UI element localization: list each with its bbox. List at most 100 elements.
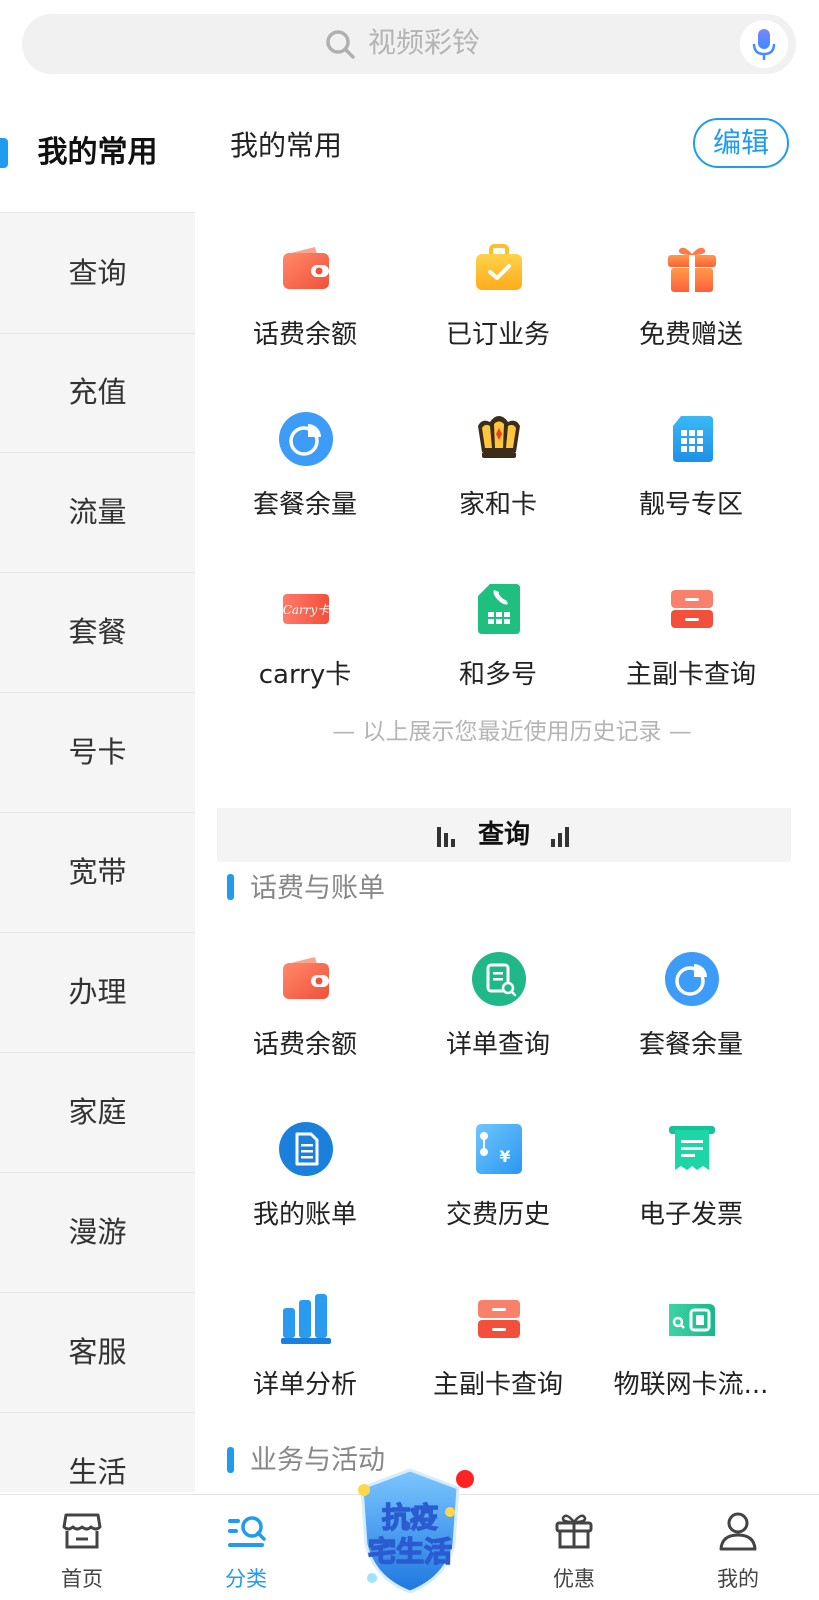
- sidebar-item-label: 查询: [68, 256, 127, 290]
- nav-label: 首页: [61, 1567, 103, 1591]
- voice-search-button[interactable]: [740, 20, 788, 68]
- sidebar-item-data[interactable]: 流量: [0, 452, 195, 573]
- favorite-item-heduohao[interactable]: 和多号: [400, 582, 596, 732]
- favorite-item-balance[interactable]: 话费余额: [207, 242, 403, 392]
- sidebar-item-broadband[interactable]: 宽带: [0, 812, 195, 933]
- sidebar-item-label: 充值: [68, 375, 127, 409]
- sidebar-item-label: 家庭: [68, 1095, 127, 1129]
- bars-right-icon: [549, 825, 571, 847]
- nav-label: 分类: [225, 1567, 267, 1591]
- item-label: 和多号: [458, 660, 537, 690]
- sidebar-item-plans[interactable]: 套餐: [0, 572, 195, 693]
- subsection-title: 话费与账单: [250, 873, 385, 904]
- nav-me[interactable]: 我的: [678, 1495, 798, 1600]
- drawer-icon: [478, 1300, 520, 1338]
- sidebar-item-services[interactable]: 办理: [0, 932, 195, 1053]
- promo-badge[interactable]: 抗疫 宅生活: [354, 1466, 466, 1596]
- pie-chart-icon: [665, 952, 719, 1006]
- sidebar-item-sim-cards[interactable]: 号卡: [0, 692, 195, 813]
- item-label: 我的账单: [252, 1200, 357, 1230]
- query-item-iot-card[interactable]: 物联网卡流...: [593, 1292, 789, 1442]
- sidebar-item-label: 办理: [68, 975, 127, 1009]
- favorite-item-subscribed[interactable]: 已订业务: [400, 242, 596, 392]
- favorite-item-plan-remaining[interactable]: 套餐余量: [207, 412, 403, 562]
- bar-chart-icon: [281, 1294, 331, 1344]
- sidebar-item-family[interactable]: 家庭: [0, 1052, 195, 1173]
- sidebar-item-recharge[interactable]: 充值: [0, 332, 195, 453]
- query-item-my-bill[interactable]: 我的账单: [207, 1122, 403, 1272]
- gift-box-icon: [555, 1514, 593, 1549]
- document-search-icon: [472, 952, 526, 1006]
- search-placeholder[interactable]: 视频彩铃: [368, 26, 480, 60]
- favorite-item-free-gift[interactable]: 免费赠送: [593, 242, 789, 392]
- home-store-icon: [62, 1513, 102, 1549]
- promo-text-line2: 宅生活: [367, 1534, 453, 1569]
- item-label: 话费余额: [252, 1030, 357, 1060]
- search-bar[interactable]: 视频彩铃: [22, 14, 796, 74]
- crown-icon: [478, 416, 520, 458]
- item-label: 详单查询: [445, 1030, 550, 1060]
- bars-left-icon: [436, 825, 459, 847]
- subsection-indicator: [227, 1447, 234, 1473]
- query-item-plan-remaining[interactable]: 套餐余量: [593, 952, 789, 1102]
- sidebar-item-label: 套餐: [68, 615, 127, 649]
- edit-button[interactable]: 编辑: [693, 118, 789, 168]
- sidebar-item-label: 我的常用: [37, 135, 158, 170]
- nav-label: 优惠: [553, 1567, 595, 1591]
- briefcase-check-icon: [476, 244, 522, 290]
- item-label: 家和卡: [458, 490, 537, 520]
- iot-card-icon: [669, 1304, 715, 1336]
- query-item-balance[interactable]: 话费余额: [207, 952, 403, 1102]
- sim-card-icon: [673, 416, 713, 462]
- item-label: 免费赠送: [638, 320, 743, 350]
- query-item-e-invoice[interactable]: 电子发票: [593, 1122, 789, 1272]
- nav-home[interactable]: 首页: [22, 1495, 142, 1600]
- wallet-icon: [283, 957, 329, 999]
- sidebar-item-label: 宽带: [68, 855, 127, 889]
- sidebar-item-query[interactable]: 查询: [0, 213, 195, 334]
- sidebar-item-label: 号卡: [68, 735, 127, 769]
- pie-chart-icon: [279, 412, 333, 466]
- item-label: 交费历史: [445, 1200, 550, 1230]
- sidebar-item-label: 生活: [68, 1455, 127, 1489]
- sidebar-item-roaming[interactable]: 漫游: [0, 1172, 195, 1293]
- subsection-indicator: [227, 874, 234, 900]
- wallet-icon: [283, 247, 329, 289]
- sidebar-item-favorites[interactable]: 我的常用: [0, 92, 195, 213]
- user-icon: [719, 1512, 757, 1551]
- nav-label: 我的: [717, 1567, 759, 1591]
- bill-icon: [279, 1122, 333, 1176]
- notification-dot: [456, 1470, 474, 1488]
- item-label: 话费余额: [252, 320, 357, 350]
- query-item-detail-query[interactable]: 详单查询: [400, 952, 596, 1102]
- query-section-title: 查询: [477, 820, 530, 850]
- gift-icon: [668, 247, 716, 292]
- main-content: 我的常用 编辑 话费余额 已订业务 免费赠送 套餐余量 家和卡 靓号专区 Car…: [195, 92, 819, 1492]
- sidebar-item-label: 流量: [68, 495, 127, 529]
- query-item-payment-history[interactable]: ¥ 交费历史: [400, 1122, 596, 1272]
- query-item-detail-analysis[interactable]: 详单分析: [207, 1292, 403, 1442]
- item-label: carry卡: [258, 660, 352, 690]
- item-label: 套餐余量: [252, 490, 357, 520]
- nav-category[interactable]: 分类: [186, 1495, 306, 1600]
- favorite-item-primary-secondary-card[interactable]: 主副卡查询: [593, 582, 789, 732]
- item-label: 靓号专区: [638, 490, 743, 520]
- query-item-primary-secondary-card[interactable]: 主副卡查询: [400, 1292, 596, 1442]
- favorite-item-carry-card[interactable]: Carry卡 carry卡: [207, 582, 403, 732]
- item-label: 套餐余量: [638, 1030, 743, 1060]
- nav-offers[interactable]: 优惠: [514, 1495, 634, 1600]
- svg-text:Carry卡: Carry卡: [283, 603, 331, 617]
- sidebar-item-customer-service[interactable]: 客服: [0, 1292, 195, 1413]
- favorite-item-premium-numbers[interactable]: 靓号专区: [593, 412, 789, 562]
- sidebar-item-label: 客服: [68, 1335, 127, 1369]
- favorite-item-jiahe-card[interactable]: 家和卡: [400, 412, 596, 562]
- microphone-icon: [752, 29, 776, 60]
- favorites-title: 我的常用: [230, 129, 343, 162]
- search-icon: [326, 30, 355, 59]
- phone-sim-icon: [478, 584, 520, 634]
- payment-history-icon: ¥: [476, 1124, 522, 1174]
- item-label: 电子发票: [638, 1200, 743, 1230]
- history-note: — 以上展示您最近使用历史记录 —: [332, 719, 692, 745]
- invoice-icon: [669, 1126, 715, 1170]
- sidebar-item-label: 漫游: [68, 1215, 127, 1249]
